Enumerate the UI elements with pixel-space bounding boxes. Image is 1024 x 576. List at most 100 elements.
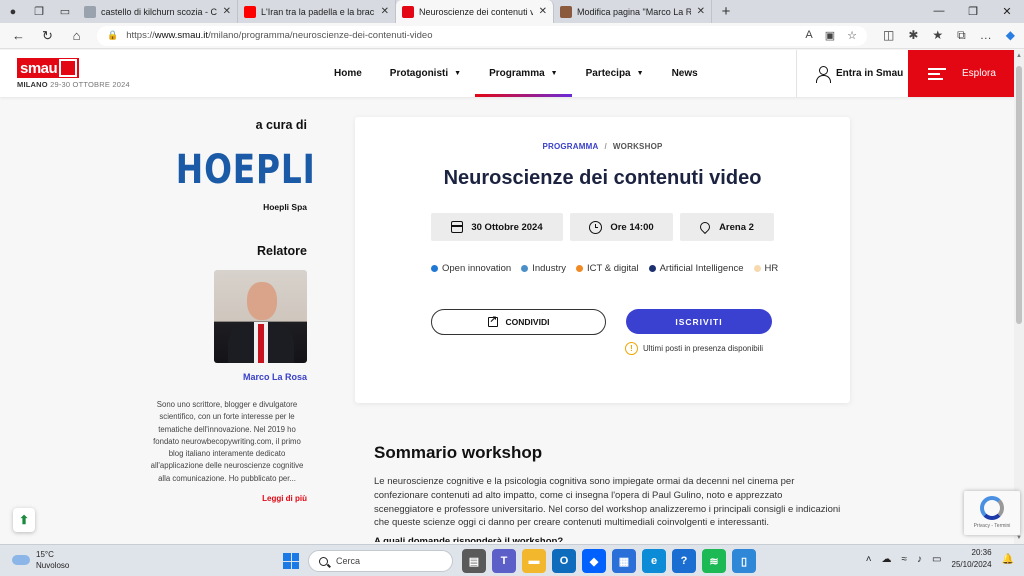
more-icon[interactable]: …: [980, 28, 992, 43]
tag-item[interactable]: Open innovation: [431, 263, 511, 274]
explore-button[interactable]: Esplora: [908, 50, 1014, 97]
menu-item-protagonisti[interactable]: Protagonisti ▼: [376, 50, 475, 97]
login-label: Entra in Smau: [836, 68, 904, 79]
edge-icon[interactable]: e: [642, 549, 666, 573]
windows-taskbar: 15°C Nuvoloso Cerca ▤ T ▬ O ◆ ▦ e ? ≋ ▯ ˄…: [0, 544, 1024, 576]
close-icon[interactable]: ✕: [697, 6, 705, 17]
files-icon[interactable]: ▤: [462, 549, 486, 573]
menu-item-home[interactable]: Home: [320, 50, 376, 97]
split-screen-icon[interactable]: ◫: [883, 28, 894, 43]
read-more-link[interactable]: Leggi di più: [147, 494, 307, 503]
lock-icon[interactable]: 🔒: [107, 30, 118, 41]
tag-item[interactable]: Artificial Intelligence: [648, 263, 744, 274]
menu-item-partecipa[interactable]: Partecipa ▼: [572, 50, 658, 97]
tag-item[interactable]: HR: [753, 263, 778, 274]
warning-icon: !: [625, 342, 638, 355]
notifications-icon[interactable]: 🔔: [1002, 554, 1014, 565]
tab-actions-icon[interactable]: ▭: [52, 0, 78, 23]
collections-icon[interactable]: ⧉: [957, 28, 966, 43]
taskbar-search-input[interactable]: Cerca: [308, 550, 453, 572]
calendar-icon[interactable]: ▦: [612, 549, 636, 573]
page-scrollbar[interactable]: ▲ ▼: [1014, 50, 1024, 544]
wifi-icon[interactable]: ≈: [902, 554, 908, 565]
read-aloud-icon[interactable]: A: [805, 29, 812, 42]
chevron-up-icon[interactable]: ˄: [866, 554, 872, 565]
system-clock[interactable]: 20:36 25/10/2024: [952, 547, 992, 571]
tag-dot: [648, 265, 656, 272]
breadcrumb-category[interactable]: PROGRAMMA: [542, 142, 598, 151]
extensions-icon[interactable]: ✱: [908, 28, 918, 43]
maximize-icon[interactable]: ❐: [956, 5, 990, 18]
menu-label: Home: [334, 68, 362, 79]
menu-item-news[interactable]: News: [658, 50, 712, 97]
login-link[interactable]: Entra in Smau: [816, 50, 903, 97]
hamburger-icon: [928, 65, 946, 83]
scroll-up-icon[interactable]: ▲: [1014, 53, 1024, 59]
recaptcha-text[interactable]: Privacy - Termini: [964, 523, 1020, 529]
menu-item-programma[interactable]: Programma ▼: [475, 50, 572, 97]
tag-item[interactable]: ICT & digital: [576, 263, 639, 274]
spotify-icon[interactable]: ≋: [702, 549, 726, 573]
subscribe-button[interactable]: ISCRIVITI: [626, 309, 772, 334]
user-icon: [816, 65, 831, 83]
address-bar-row: ← ↻ ⌂ 🔒 https://www.smau.it/milano/progr…: [0, 23, 1024, 49]
smau-logo[interactable]: smau MILANO 29-30 OTTOBRE 2024: [17, 58, 130, 89]
scrollbar-thumb[interactable]: [1016, 66, 1022, 324]
tab-title: Modifica pagina "Marco La Rosa": [577, 6, 691, 17]
notepad-icon[interactable]: ▯: [732, 549, 756, 573]
recaptcha-icon: [980, 496, 1004, 520]
teams-icon[interactable]: T: [492, 549, 516, 573]
profile-icon[interactable]: ●: [0, 0, 26, 23]
browser-tab[interactable]: L'Iran tra la padella e la brac ✕: [238, 0, 396, 23]
speaker-photo[interactable]: [214, 270, 307, 363]
clock-time: 20:36: [971, 548, 992, 557]
reader-icon[interactable]: ▣: [825, 29, 835, 42]
reload-icon[interactable]: ↻: [33, 28, 62, 44]
share-button[interactable]: CONDIVIDI: [431, 309, 606, 335]
menu-label: Programma: [489, 68, 545, 79]
close-icon[interactable]: ✕: [381, 6, 389, 17]
browser-tab[interactable]: castello di kilchurn scozia - Cerca ✕: [78, 0, 238, 23]
outlook-icon[interactable]: O: [552, 549, 576, 573]
minimize-icon[interactable]: —: [922, 5, 956, 18]
close-icon[interactable]: ✕: [539, 6, 547, 17]
event-date: 30 Ottobre 2024: [471, 221, 543, 233]
weather-temp: 15°C: [36, 550, 54, 559]
event-card: PROGRAMMA / WORKSHOP Neuroscienze dei cont…: [355, 117, 850, 403]
browser-tab[interactable]: Modifica pagina "Marco La Rosa" ✕: [554, 0, 712, 23]
volume-icon[interactable]: ♪: [917, 554, 922, 565]
tag-dot: [753, 265, 761, 272]
windows-start-icon[interactable]: [283, 553, 299, 569]
logo-dates: 29-30 OTTOBRE 2024: [50, 80, 130, 89]
tag-label: Open innovation: [442, 263, 512, 274]
tag-item[interactable]: Industry: [521, 263, 566, 274]
scroll-down-icon[interactable]: ▼: [1014, 535, 1024, 541]
battery-icon[interactable]: ▭: [932, 554, 941, 565]
url-host: www.smau.it: [154, 30, 209, 41]
back-icon[interactable]: ←: [4, 28, 33, 43]
tab-title: Neuroscienze dei contenuti video: [419, 6, 533, 17]
dropbox-icon[interactable]: ◆: [582, 549, 606, 573]
home-icon[interactable]: ⌂: [62, 28, 91, 43]
workspaces-icon[interactable]: ❐: [26, 0, 52, 23]
hoepli-logo[interactable]: HOEPLI: [176, 150, 315, 190]
weather-widget[interactable]: 15°C Nuvoloso: [12, 549, 69, 571]
close-window-icon[interactable]: ✕: [990, 5, 1024, 18]
close-icon[interactable]: ✕: [223, 6, 231, 17]
onedrive-cloud-icon[interactable]: ☁: [882, 554, 892, 565]
availability-text: Ultimi posti in presenza disponibili: [643, 344, 764, 353]
favorites-icon[interactable]: ★: [932, 28, 943, 43]
favorite-star-icon[interactable]: ☆: [847, 29, 857, 42]
speaker-name-link[interactable]: Marco La Rosa: [147, 372, 307, 382]
copilot-icon[interactable]: ◆: [1006, 28, 1015, 43]
folder-icon[interactable]: ▬: [522, 549, 546, 573]
help-icon[interactable]: ?: [672, 549, 696, 573]
taskbar-search-placeholder: Cerca: [336, 556, 361, 566]
url-input[interactable]: 🔒 https://www.smau.it/milano/programma/n…: [97, 25, 867, 46]
browser-tab-active[interactable]: Neuroscienze dei contenuti video ✕: [396, 0, 554, 23]
new-tab-icon[interactable]: +: [712, 3, 740, 20]
menu-label: Partecipa: [585, 68, 631, 79]
accessibility-icon[interactable]: ⬆: [13, 508, 35, 532]
weather-condition: Nuvoloso: [36, 561, 70, 570]
recaptcha-badge[interactable]: Privacy - Termini: [964, 491, 1020, 535]
